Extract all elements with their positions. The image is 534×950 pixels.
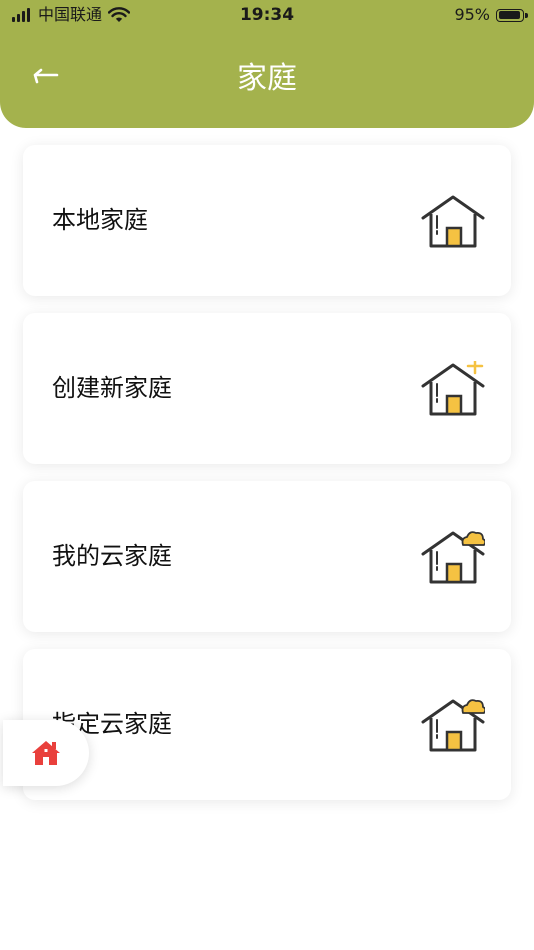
card-local-home[interactable]: 本地家庭 bbox=[23, 145, 511, 296]
house-icon bbox=[421, 195, 485, 248]
card-label: 我的云家庭 bbox=[52, 542, 172, 570]
header-bar: 中国联通 19:34 95% 家庭 bbox=[0, 0, 534, 128]
floating-home-button[interactable] bbox=[3, 720, 89, 786]
battery-percent: 95% bbox=[454, 5, 490, 24]
house-cloud-icon bbox=[421, 531, 485, 584]
card-label: 本地家庭 bbox=[52, 206, 148, 234]
card-label: 创建新家庭 bbox=[52, 374, 172, 402]
card-create-home[interactable]: 创建新家庭 bbox=[23, 313, 511, 464]
card-assigned-cloud-home[interactable]: 指定云家庭 bbox=[23, 649, 511, 800]
page-title: 家庭 bbox=[237, 61, 297, 96]
card-my-cloud-home[interactable]: 我的云家庭 bbox=[23, 481, 511, 632]
house-plus-icon bbox=[421, 361, 485, 416]
status-bar: 中国联通 19:34 95% bbox=[0, 0, 534, 32]
home-icon bbox=[32, 741, 60, 765]
battery-icon bbox=[496, 8, 528, 22]
house-cloud-icon bbox=[421, 699, 485, 752]
status-right: 95% bbox=[454, 5, 528, 25]
